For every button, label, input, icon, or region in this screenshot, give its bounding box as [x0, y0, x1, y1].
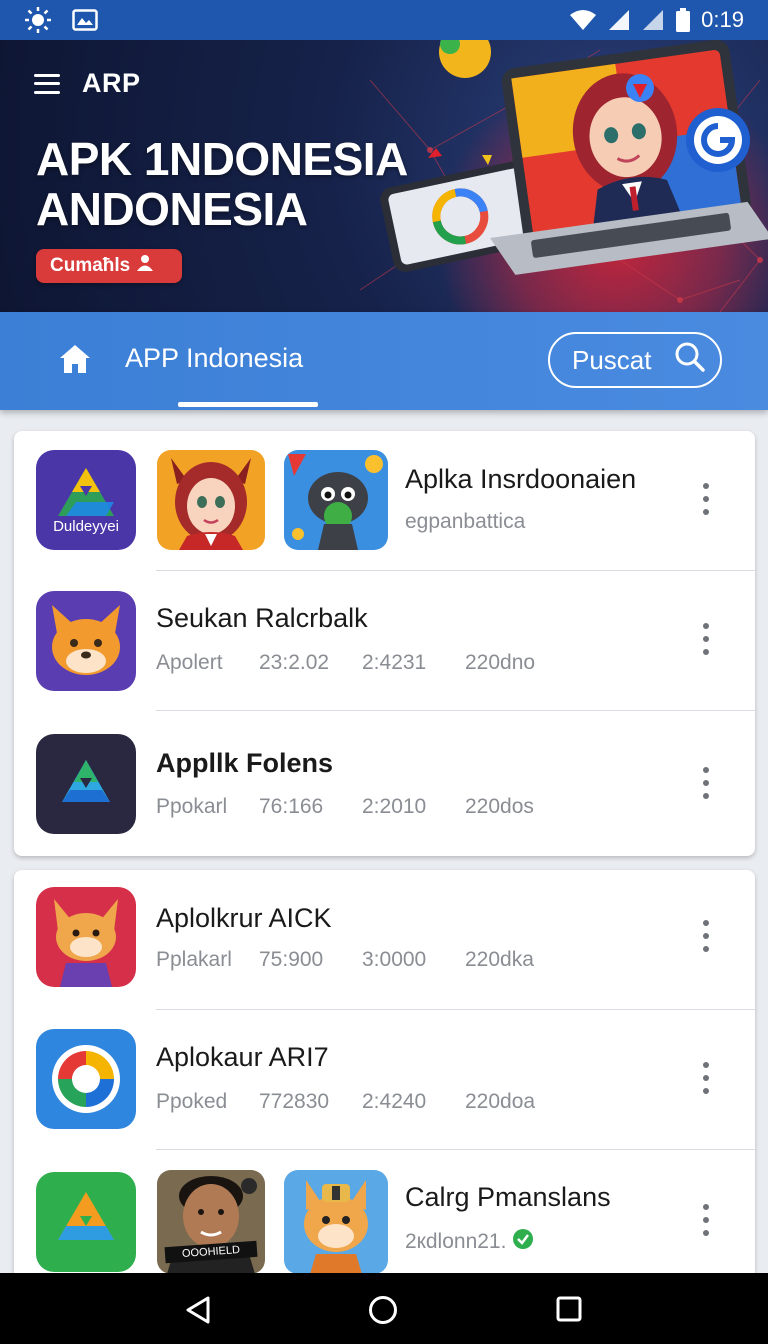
drive-dark-app-icon — [36, 734, 136, 834]
app-icon-label: Duldeyyei — [53, 518, 119, 535]
active-tab-indicator — [178, 402, 318, 407]
app-meta-value: 75:900 — [259, 948, 324, 971]
hero-title-line1: APK 1NDONESIA — [36, 133, 408, 185]
search-icon — [674, 341, 706, 380]
more-options-icon[interactable] — [694, 763, 718, 803]
fox-app-icon — [36, 591, 136, 691]
monster-thumbnail — [284, 450, 388, 550]
app-meta: Apolert 23:2.02 2:4231 220dno — [156, 651, 535, 675]
home-icon[interactable] — [58, 342, 92, 381]
app-meta: Ppoked 772830 2:4240 220doa — [156, 1090, 535, 1114]
hero-badge-button[interactable]: Cumaħls — [36, 249, 183, 283]
status-time: 0:19 — [701, 7, 744, 32]
app-list-card: Aplolkrur AICK Pplakarl 75:900 3:0000 22… — [14, 870, 755, 1290]
app-title: Aplokaur ARI7 — [156, 1042, 329, 1072]
app-meta: Ppokarl 76:166 2:2010 220dos — [156, 795, 534, 819]
app-meta-category: Pplakarl — [156, 948, 232, 971]
more-options-icon[interactable] — [694, 479, 718, 519]
app-meta-value: 76:166 — [259, 795, 324, 818]
more-options-icon[interactable] — [694, 1200, 718, 1240]
drive-green-app-icon — [36, 1172, 136, 1272]
app-title: Appllk Folens — [156, 748, 334, 778]
more-options-icon[interactable] — [694, 619, 718, 659]
app-meta-value: 2:4231 — [362, 651, 427, 674]
nav-title-tab[interactable]: APP Indonesia — [125, 343, 303, 374]
verified-check-icon — [512, 1228, 534, 1256]
battery-icon — [675, 8, 691, 32]
app-subtitle: 2кdlonn21. — [405, 1230, 507, 1253]
app-list-card: Duldeyyei Aplka Insrdoonaien egpanbattic… — [14, 431, 755, 856]
app-meta-value: 2:2010 — [362, 795, 427, 818]
fox-red-app-icon — [36, 887, 136, 987]
app-title: Aplka Insrdoonaien — [405, 464, 637, 494]
search-label: Puscat — [572, 344, 652, 375]
top-nav-bar: APP Indonesia Puscat — [0, 312, 768, 410]
app-meta-value: 220dka — [465, 948, 534, 971]
hero-illustration — [380, 40, 768, 275]
app-meta-value: 23:2.02 — [259, 651, 330, 674]
list-item[interactable]: Aplokaur ARI7 Ppoked 772830 2:4240 220do… — [14, 1010, 755, 1150]
app-meta-category: Ppoked — [156, 1090, 228, 1113]
hero-title: APK 1NDONESIA ANDONESIA — [36, 134, 408, 234]
app-subtitle-row: 2кdlonn21. — [405, 1228, 534, 1256]
person-icon — [136, 254, 154, 278]
back-icon[interactable] — [184, 1295, 212, 1325]
hero-banner: ARP APK 1NDONESIA ANDONESIA Cumaħls — [0, 40, 768, 312]
recents-icon[interactable] — [555, 1295, 583, 1323]
app-meta-value: 772830 — [259, 1090, 330, 1113]
app-title: Aplolkrur AICK — [156, 903, 332, 933]
status-bar: 0:19 — [0, 0, 768, 40]
home-nav-icon[interactable] — [368, 1295, 398, 1325]
more-options-icon[interactable] — [694, 1058, 718, 1098]
app-meta-category: Ppokarl — [156, 795, 228, 818]
avatar-girl-thumbnail — [157, 450, 265, 550]
app-title: Calrg Pmanslans — [405, 1182, 611, 1212]
list-item[interactable]: Aplolkrur AICK Pplakarl 75:900 3:0000 22… — [14, 870, 755, 1010]
app-title: Seukan Ralcrbalk — [156, 603, 368, 633]
signal-icon — [607, 9, 631, 31]
app-meta-value: 220dos — [465, 795, 534, 818]
app-meta-value: 220doa — [465, 1090, 536, 1113]
sync-app-icon — [36, 1029, 136, 1129]
app-name: ARP — [82, 68, 141, 98]
system-navigation-bar — [0, 1273, 768, 1344]
list-item[interactable]: OOOHIELD Calrg Pmanslans 2кdlonn21. — [14, 1150, 755, 1290]
person-photo-thumbnail: OOOHIELD — [157, 1170, 265, 1274]
search-button[interactable]: Puscat — [548, 332, 722, 388]
app-meta-value: 220dno — [465, 651, 536, 674]
app-meta-value: 3:0000 — [362, 948, 427, 971]
brightness-icon — [24, 6, 52, 34]
list-item[interactable]: Duldeyyei Aplka Insrdoonaien egpanbattic… — [14, 431, 755, 571]
signal-icon — [641, 9, 665, 31]
cartoon-fox-thumbnail — [284, 1170, 388, 1274]
more-options-icon[interactable] — [694, 916, 718, 956]
app-drive-icon: Duldeyyei — [36, 450, 136, 550]
list-item[interactable]: Seukan Ralcrbalk Apolert 23:2.02 2:4231 … — [14, 571, 755, 711]
app-meta-value: 2:4240 — [362, 1090, 427, 1113]
menu-icon[interactable] — [34, 73, 60, 94]
wifi-icon — [569, 9, 597, 31]
hero-badge-label: Cumaħls — [50, 255, 131, 276]
app-subtitle: egpanbattica — [405, 510, 526, 533]
photo-notification-icon — [72, 9, 98, 31]
list-item[interactable]: Appllk Folens Ppokarl 76:166 2:2010 220d… — [14, 713, 755, 853]
app-meta: Pplakarl 75:900 3:0000 220dka — [156, 948, 534, 972]
hero-title-line2: ANDONESIA — [36, 183, 308, 235]
app-meta-category: Apolert — [156, 651, 223, 674]
